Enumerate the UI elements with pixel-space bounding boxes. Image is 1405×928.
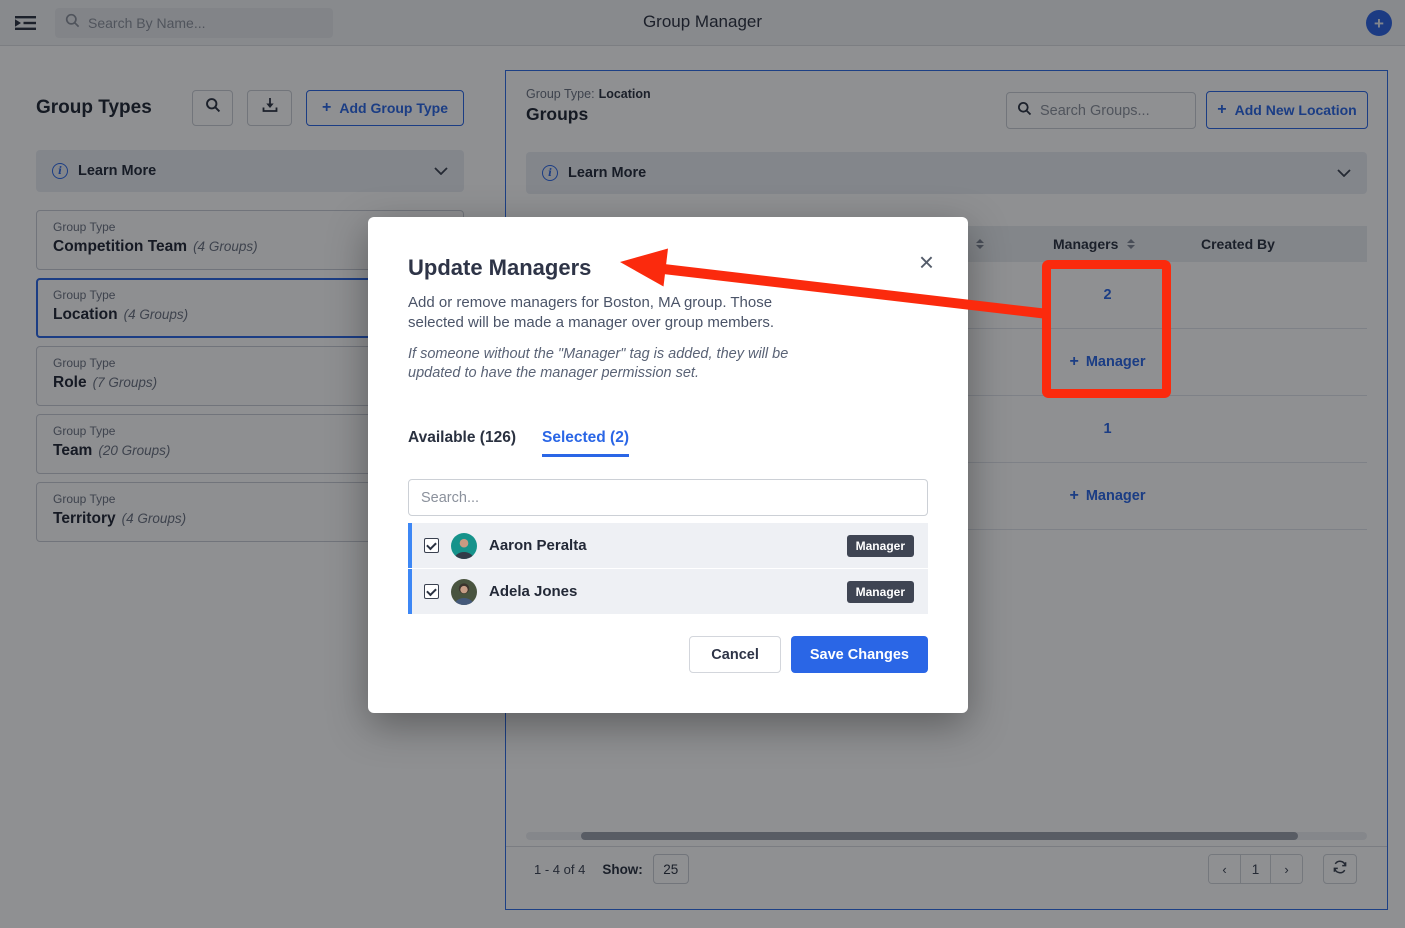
save-changes-button[interactable]: Save Changes bbox=[790, 636, 928, 673]
checkbox-checked[interactable] bbox=[424, 538, 439, 553]
list-item[interactable]: Aaron Peralta Manager bbox=[408, 523, 928, 568]
selected-people-list: Aaron Peralta Manager Adela Jones Manage… bbox=[408, 523, 928, 615]
person-name: Aaron Peralta bbox=[489, 537, 587, 554]
modal-search bbox=[408, 479, 928, 516]
modal-title: Update Managers bbox=[408, 255, 592, 280]
modal-note: If someone without the "Manager" tag is … bbox=[408, 346, 789, 381]
person-name: Adela Jones bbox=[489, 583, 578, 600]
avatar bbox=[451, 578, 477, 605]
update-managers-modal: Update Managers × Add or remove managers… bbox=[368, 217, 968, 713]
close-icon[interactable]: × bbox=[919, 249, 934, 275]
manager-badge: Manager bbox=[846, 534, 914, 557]
checkbox-checked[interactable] bbox=[424, 584, 439, 599]
modal-search-input[interactable] bbox=[421, 489, 915, 506]
cancel-button[interactable]: Cancel bbox=[689, 636, 781, 673]
avatar bbox=[451, 532, 477, 559]
list-item[interactable]: Adela Jones Manager bbox=[408, 569, 928, 614]
modal-description: Add or remove managers for Boston, MA gr… bbox=[408, 294, 775, 331]
tab-selected[interactable]: Selected (2) bbox=[541, 429, 629, 457]
manager-badge: Manager bbox=[846, 580, 914, 603]
modal-tabs: Available (126) Selected (2) bbox=[408, 429, 629, 457]
tab-available[interactable]: Available (126) bbox=[408, 429, 516, 457]
modal-actions: Cancel Save Changes bbox=[689, 636, 928, 673]
